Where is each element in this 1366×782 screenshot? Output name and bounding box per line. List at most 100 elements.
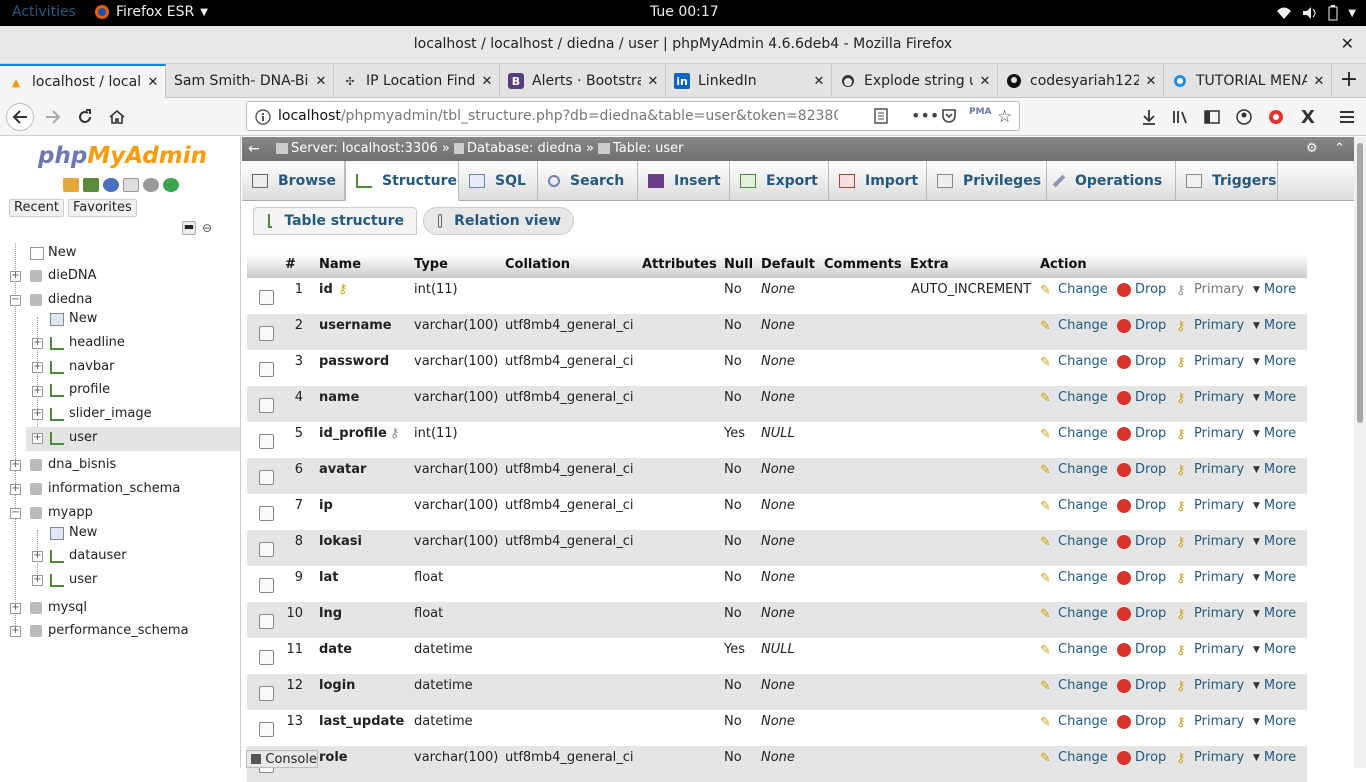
tree-table-navbar[interactable]: navbar (50, 357, 114, 377)
tab-export[interactable]: Export (730, 161, 829, 201)
tree-table-user[interactable]: user (50, 428, 97, 448)
expand-icon[interactable]: + (10, 484, 21, 495)
primary-action[interactable]: ⚷ Primary (1176, 282, 1244, 298)
close-tab-icon[interactable]: ✕ (141, 75, 165, 90)
table-row[interactable]: 13 last_update datetime No None ✎ Change Drop ⚷ P… (247, 710, 1307, 746)
tab-browse[interactable]: Browse (242, 161, 345, 201)
logout-icon[interactable] (83, 178, 99, 192)
change-action[interactable]: ✎ Change (1040, 426, 1108, 442)
col-default[interactable]: Default (761, 254, 815, 278)
browser-tab[interactable]: ▲ localhost / localh ✕ (0, 64, 166, 98)
primary-action[interactable]: ⚷ Primary (1176, 426, 1244, 442)
table-row[interactable]: 7 ip varchar(100) utf8mb4_general_ci No None ✎… (247, 494, 1307, 530)
change-action[interactable]: ✎ Change (1040, 714, 1108, 730)
table-row[interactable]: 1 id ⚷ int(11) No None AUTO_INCREMENT ✎ Change Dr… (247, 278, 1307, 314)
more-action[interactable]: ▼ More (1253, 750, 1296, 765)
recent-button[interactable]: Recent (9, 199, 64, 217)
browser-tab[interactable]: in LinkedIn ✕ (666, 64, 832, 98)
expand-icon[interactable]: + (32, 551, 43, 562)
change-action[interactable]: ✎ Change (1040, 606, 1108, 622)
tree-table-slider-image[interactable]: slider_image (50, 404, 152, 424)
tree-item-new[interactable]: New (50, 523, 97, 543)
col-action[interactable]: Action (1040, 254, 1087, 278)
tree-table-headline[interactable]: headline (50, 333, 125, 353)
forward-button[interactable] (42, 106, 64, 128)
change-action[interactable]: ✎ Change (1040, 534, 1108, 550)
drop-action[interactable]: Drop (1117, 390, 1166, 405)
pma-extension-icon[interactable]: PMA (969, 107, 992, 117)
browser-tab[interactable]: codesyariah122 ✕ (998, 64, 1164, 98)
close-tab-icon[interactable]: ✕ (309, 74, 333, 89)
drop-action[interactable]: Drop (1117, 282, 1166, 297)
expand-icon[interactable]: + (10, 271, 21, 282)
col-type[interactable]: Type (414, 254, 448, 278)
collapse-icon[interactable]: − (10, 295, 21, 306)
primary-action[interactable]: ⚷ Primary (1176, 534, 1244, 550)
more-action[interactable]: ▼ More (1253, 498, 1296, 513)
close-tab-icon[interactable]: ✕ (807, 74, 831, 89)
drop-action[interactable]: Drop (1117, 462, 1166, 477)
menu-icon[interactable] (1336, 106, 1358, 128)
primary-action[interactable]: ⚷ Primary (1176, 354, 1244, 370)
bookmark-star-icon[interactable]: ☆ (997, 107, 1012, 127)
expand-icon[interactable]: + (32, 362, 43, 373)
change-action[interactable]: ✎ Change (1040, 318, 1108, 334)
tab-insert[interactable]: Insert (638, 161, 730, 201)
page-scrollbar[interactable] (1354, 137, 1366, 768)
tab-import[interactable]: Import (829, 161, 927, 201)
collapse-panel-icon[interactable]: ← (248, 141, 260, 157)
more-action[interactable]: ▼ More (1253, 318, 1296, 333)
drop-action[interactable]: Drop (1117, 678, 1166, 693)
primary-action[interactable]: ⚷ Primary (1176, 390, 1244, 406)
drop-action[interactable]: Drop (1117, 714, 1166, 729)
change-action[interactable]: ✎ Change (1040, 354, 1108, 370)
close-tab-icon[interactable]: ✕ (641, 74, 665, 89)
settings-icon[interactable] (143, 178, 159, 192)
tree-db-myapp[interactable]: myapp (30, 503, 93, 523)
close-tab-icon[interactable]: ✕ (973, 74, 997, 89)
ublock-icon[interactable] (1265, 106, 1287, 128)
settings-gear-icon[interactable]: ⚙ (1306, 141, 1318, 156)
tree-db-diedna-upper[interactable]: dieDNA (30, 266, 97, 286)
change-action[interactable]: ✎ Change (1040, 462, 1108, 478)
collapse-top-icon[interactable]: ⌃ (1334, 141, 1345, 156)
tab-operations[interactable]: Operations (1047, 161, 1176, 201)
table-row[interactable]: 8 lokasi varchar(100) utf8mb4_general_ci No N… (247, 530, 1307, 566)
primary-action[interactable]: ⚷ Primary (1176, 642, 1244, 658)
expand-icon[interactable]: + (32, 338, 43, 349)
drop-action[interactable]: Drop (1117, 426, 1166, 441)
back-button[interactable] (6, 103, 34, 131)
downloads-icon[interactable] (1138, 106, 1160, 128)
more-action[interactable]: ▼ More (1253, 678, 1296, 693)
reader-view-icon[interactable] (873, 108, 889, 124)
change-action[interactable]: ✎ Change (1040, 282, 1108, 298)
more-action[interactable]: ▼ More (1253, 282, 1296, 297)
tree-db-performance-schema[interactable]: performance_schema (30, 621, 189, 641)
phpmyadmin-logo[interactable]: phpMyAdmin (38, 143, 207, 169)
table-row[interactable]: 5 id_profile ⚷ int(11) Yes NULL ✎ Change Drop ⚷ Pr… (247, 422, 1307, 458)
expand-icon[interactable]: + (10, 603, 21, 614)
drop-action[interactable]: Drop (1117, 606, 1166, 621)
col-num[interactable]: # (285, 254, 296, 278)
pocket-icon[interactable] (941, 108, 957, 124)
browser-tab[interactable]: Sam Smith- DNA-Bi ✕ (166, 64, 334, 98)
tree-db-dna-bisnis[interactable]: dna_bisnis (30, 455, 116, 475)
primary-action[interactable]: ⚷ Primary (1176, 750, 1244, 766)
col-null[interactable]: Null (724, 254, 753, 278)
console-toggle[interactable]: Console (246, 750, 318, 768)
tree-table-user[interactable]: user (50, 570, 97, 590)
page-actions-icon[interactable]: ••• (911, 106, 939, 125)
close-tab-icon[interactable]: ✕ (1139, 74, 1163, 89)
tab-search[interactable]: Search (538, 161, 638, 201)
primary-action[interactable]: ⚷ Primary (1176, 462, 1244, 478)
more-action[interactable]: ▼ More (1253, 426, 1296, 441)
change-action[interactable]: ✎ Change (1040, 390, 1108, 406)
drop-action[interactable]: Drop (1117, 498, 1166, 513)
table-row[interactable]: 12 login datetime No None ✎ Change Drop ⚷ Primary… (247, 674, 1307, 710)
tab-sql[interactable]: SQL (459, 161, 538, 201)
more-action[interactable]: ▼ More (1253, 390, 1296, 405)
primary-action[interactable]: ⚷ Primary (1176, 606, 1244, 622)
more-action[interactable]: ▼ More (1253, 714, 1296, 729)
table-row[interactable]: 2 username varchar(100) utf8mb4_general_ci N… (247, 314, 1307, 350)
reload-button[interactable] (74, 106, 96, 128)
